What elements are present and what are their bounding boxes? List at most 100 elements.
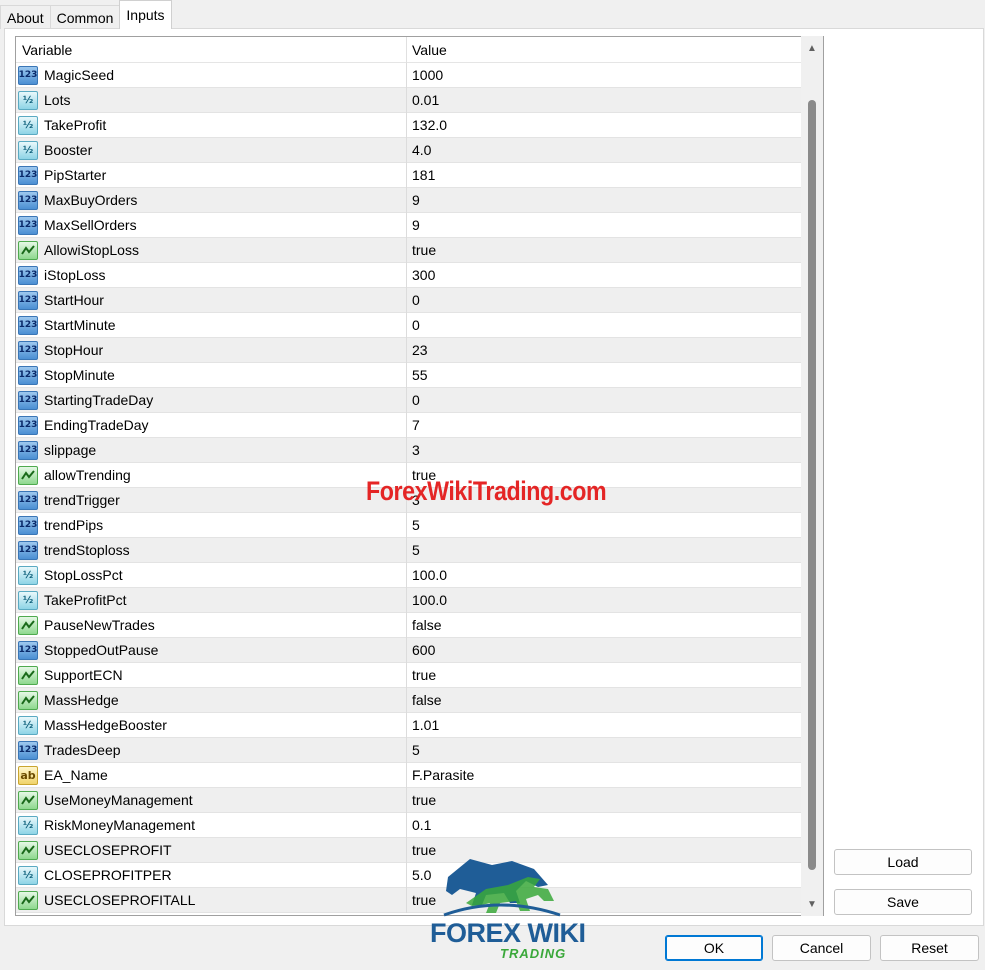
variable-cell: 123 slippage <box>16 437 407 463</box>
column-header-value[interactable]: Value <box>407 37 801 63</box>
table-row[interactable]: ½ TakeProfit 132.0 <box>16 112 801 138</box>
value-cell[interactable]: 181 <box>407 167 801 183</box>
variable-cell: MassHedge <box>16 687 407 713</box>
table-row[interactable]: 123 StopHour 23 <box>16 337 801 363</box>
table-row[interactable]: 123 slippage 3 <box>16 437 801 463</box>
value-cell[interactable]: 5 <box>407 742 801 758</box>
table-row[interactable]: 123 iStopLoss 300 <box>16 262 801 288</box>
value-cell[interactable]: 132.0 <box>407 117 801 133</box>
variable-cell: ab EA_Name <box>16 762 407 788</box>
variable-name: MassHedge <box>44 692 119 708</box>
column-header-variable[interactable]: Variable <box>16 37 407 63</box>
table-row[interactable]: 123 MagicSeed 1000 <box>16 62 801 88</box>
table-row[interactable]: ½ StopLossPct 100.0 <box>16 562 801 588</box>
variable-name: slippage <box>44 442 97 458</box>
value-cell[interactable]: 23 <box>407 342 801 358</box>
cancel-button[interactable]: Cancel <box>772 935 871 961</box>
table-row[interactable]: 123 MaxBuyOrders 9 <box>16 187 801 213</box>
variable-name: TakeProfit <box>44 117 107 133</box>
table-row[interactable]: UseMoneyManagement true <box>16 787 801 813</box>
value-cell[interactable]: 0.01 <box>407 92 801 108</box>
value-cell[interactable]: 0 <box>407 317 801 333</box>
value-cell[interactable]: true <box>407 242 801 258</box>
value-cell[interactable]: 7 <box>407 417 801 433</box>
table-row[interactable]: AllowiStopLoss true <box>16 237 801 263</box>
variable-name: MaxBuyOrders <box>44 192 138 208</box>
table-row[interactable]: 123 trendPips 5 <box>16 512 801 538</box>
value-cell[interactable]: 9 <box>407 217 801 233</box>
table-row[interactable]: 123 StartMinute 0 <box>16 312 801 338</box>
variable-name: trendPips <box>44 517 104 533</box>
table-row[interactable]: 123 EndingTradeDay 7 <box>16 412 801 438</box>
variable-name: USECLOSEPROFITALL <box>44 892 196 908</box>
value-cell[interactable]: 5 <box>407 542 801 558</box>
value-cell[interactable]: false <box>407 617 801 633</box>
variable-name: trendTrigger <box>44 492 120 508</box>
variable-cell: 123 StartHour <box>16 287 407 313</box>
tab-about[interactable]: About <box>0 5 51 29</box>
value-cell[interactable]: 4.0 <box>407 142 801 158</box>
table-row[interactable]: PauseNewTrades false <box>16 612 801 638</box>
value-cell[interactable]: 1000 <box>407 67 801 83</box>
value-cell[interactable]: 100.0 <box>407 592 801 608</box>
scroll-thumb[interactable] <box>808 100 816 870</box>
table-row[interactable]: USECLOSEPROFITALL true <box>16 887 801 913</box>
table-row[interactable]: 123 StartingTradeDay 0 <box>16 387 801 413</box>
table-row[interactable]: 123 TradesDeep 5 <box>16 737 801 763</box>
value-cell[interactable]: false <box>407 692 801 708</box>
double-icon: ½ <box>18 90 38 110</box>
tab-common[interactable]: Common <box>49 5 121 29</box>
variable-name: StartHour <box>44 292 104 308</box>
variable-cell: 123 PipStarter <box>16 162 407 188</box>
table-row[interactable]: 123 PipStarter 181 <box>16 162 801 188</box>
table-row[interactable]: 123 trendStoploss 5 <box>16 537 801 563</box>
integer-icon: 123 <box>18 190 38 210</box>
value-cell[interactable]: 9 <box>407 192 801 208</box>
value-cell[interactable]: 3 <box>407 442 801 458</box>
value-cell[interactable]: 5 <box>407 517 801 533</box>
value-cell[interactable]: true <box>407 792 801 808</box>
table-row[interactable]: SupportECN true <box>16 662 801 688</box>
value-cell[interactable]: 0 <box>407 292 801 308</box>
table-row[interactable]: ½ CLOSEPROFITPER 5.0 <box>16 862 801 888</box>
value-cell[interactable]: 100.0 <box>407 567 801 583</box>
table-row[interactable]: ab EA_Name F.Parasite <box>16 762 801 788</box>
value-cell[interactable]: 0.1 <box>407 817 801 833</box>
table-row[interactable]: ½ RiskMoneyManagement 0.1 <box>16 812 801 838</box>
scroll-up-arrow-icon[interactable]: ▲ <box>801 38 823 58</box>
ok-button[interactable]: OK <box>665 935 763 961</box>
reset-button[interactable]: Reset <box>880 935 979 961</box>
value-cell[interactable]: true <box>407 667 801 683</box>
value-cell[interactable]: 55 <box>407 367 801 383</box>
value-cell[interactable]: 600 <box>407 642 801 658</box>
tab-inputs[interactable]: Inputs <box>119 0 172 29</box>
value-cell[interactable]: 0 <box>407 392 801 408</box>
table-row[interactable]: 123 MaxSellOrders 9 <box>16 212 801 238</box>
table-row[interactable]: USECLOSEPROFIT true <box>16 837 801 863</box>
variable-name: AllowiStopLoss <box>44 242 139 258</box>
scroll-down-arrow-icon[interactable]: ▼ <box>801 894 823 914</box>
table-row[interactable]: ½ TakeProfitPct 100.0 <box>16 587 801 613</box>
boolean-icon <box>18 465 38 485</box>
variable-cell: USECLOSEPROFIT <box>16 837 407 863</box>
table-row[interactable]: 123 StartHour 0 <box>16 287 801 313</box>
table-row[interactable]: MassHedge false <box>16 687 801 713</box>
table-row[interactable]: 123 StopMinute 55 <box>16 362 801 388</box>
value-cell[interactable]: 1.01 <box>407 717 801 733</box>
save-button[interactable]: Save <box>834 889 972 915</box>
string-icon: ab <box>18 765 38 785</box>
integer-icon: 123 <box>18 215 38 235</box>
table-row[interactable]: ½ Lots 0.01 <box>16 87 801 113</box>
value-cell[interactable]: 300 <box>407 267 801 283</box>
value-cell[interactable]: F.Parasite <box>407 767 801 783</box>
variable-name: PipStarter <box>44 167 107 183</box>
bull-bear-logo-icon <box>443 859 561 917</box>
table-row[interactable]: ½ MassHedgeBooster 1.01 <box>16 712 801 738</box>
variable-name: allowTrending <box>44 467 131 483</box>
double-icon: ½ <box>18 865 38 885</box>
variable-cell: 123 EndingTradeDay <box>16 412 407 438</box>
load-button[interactable]: Load <box>834 849 972 875</box>
table-row[interactable]: 123 StoppedOutPause 600 <box>16 637 801 663</box>
table-row[interactable]: ½ Booster 4.0 <box>16 137 801 163</box>
vertical-scrollbar[interactable]: ▲ ▼ <box>801 36 823 916</box>
